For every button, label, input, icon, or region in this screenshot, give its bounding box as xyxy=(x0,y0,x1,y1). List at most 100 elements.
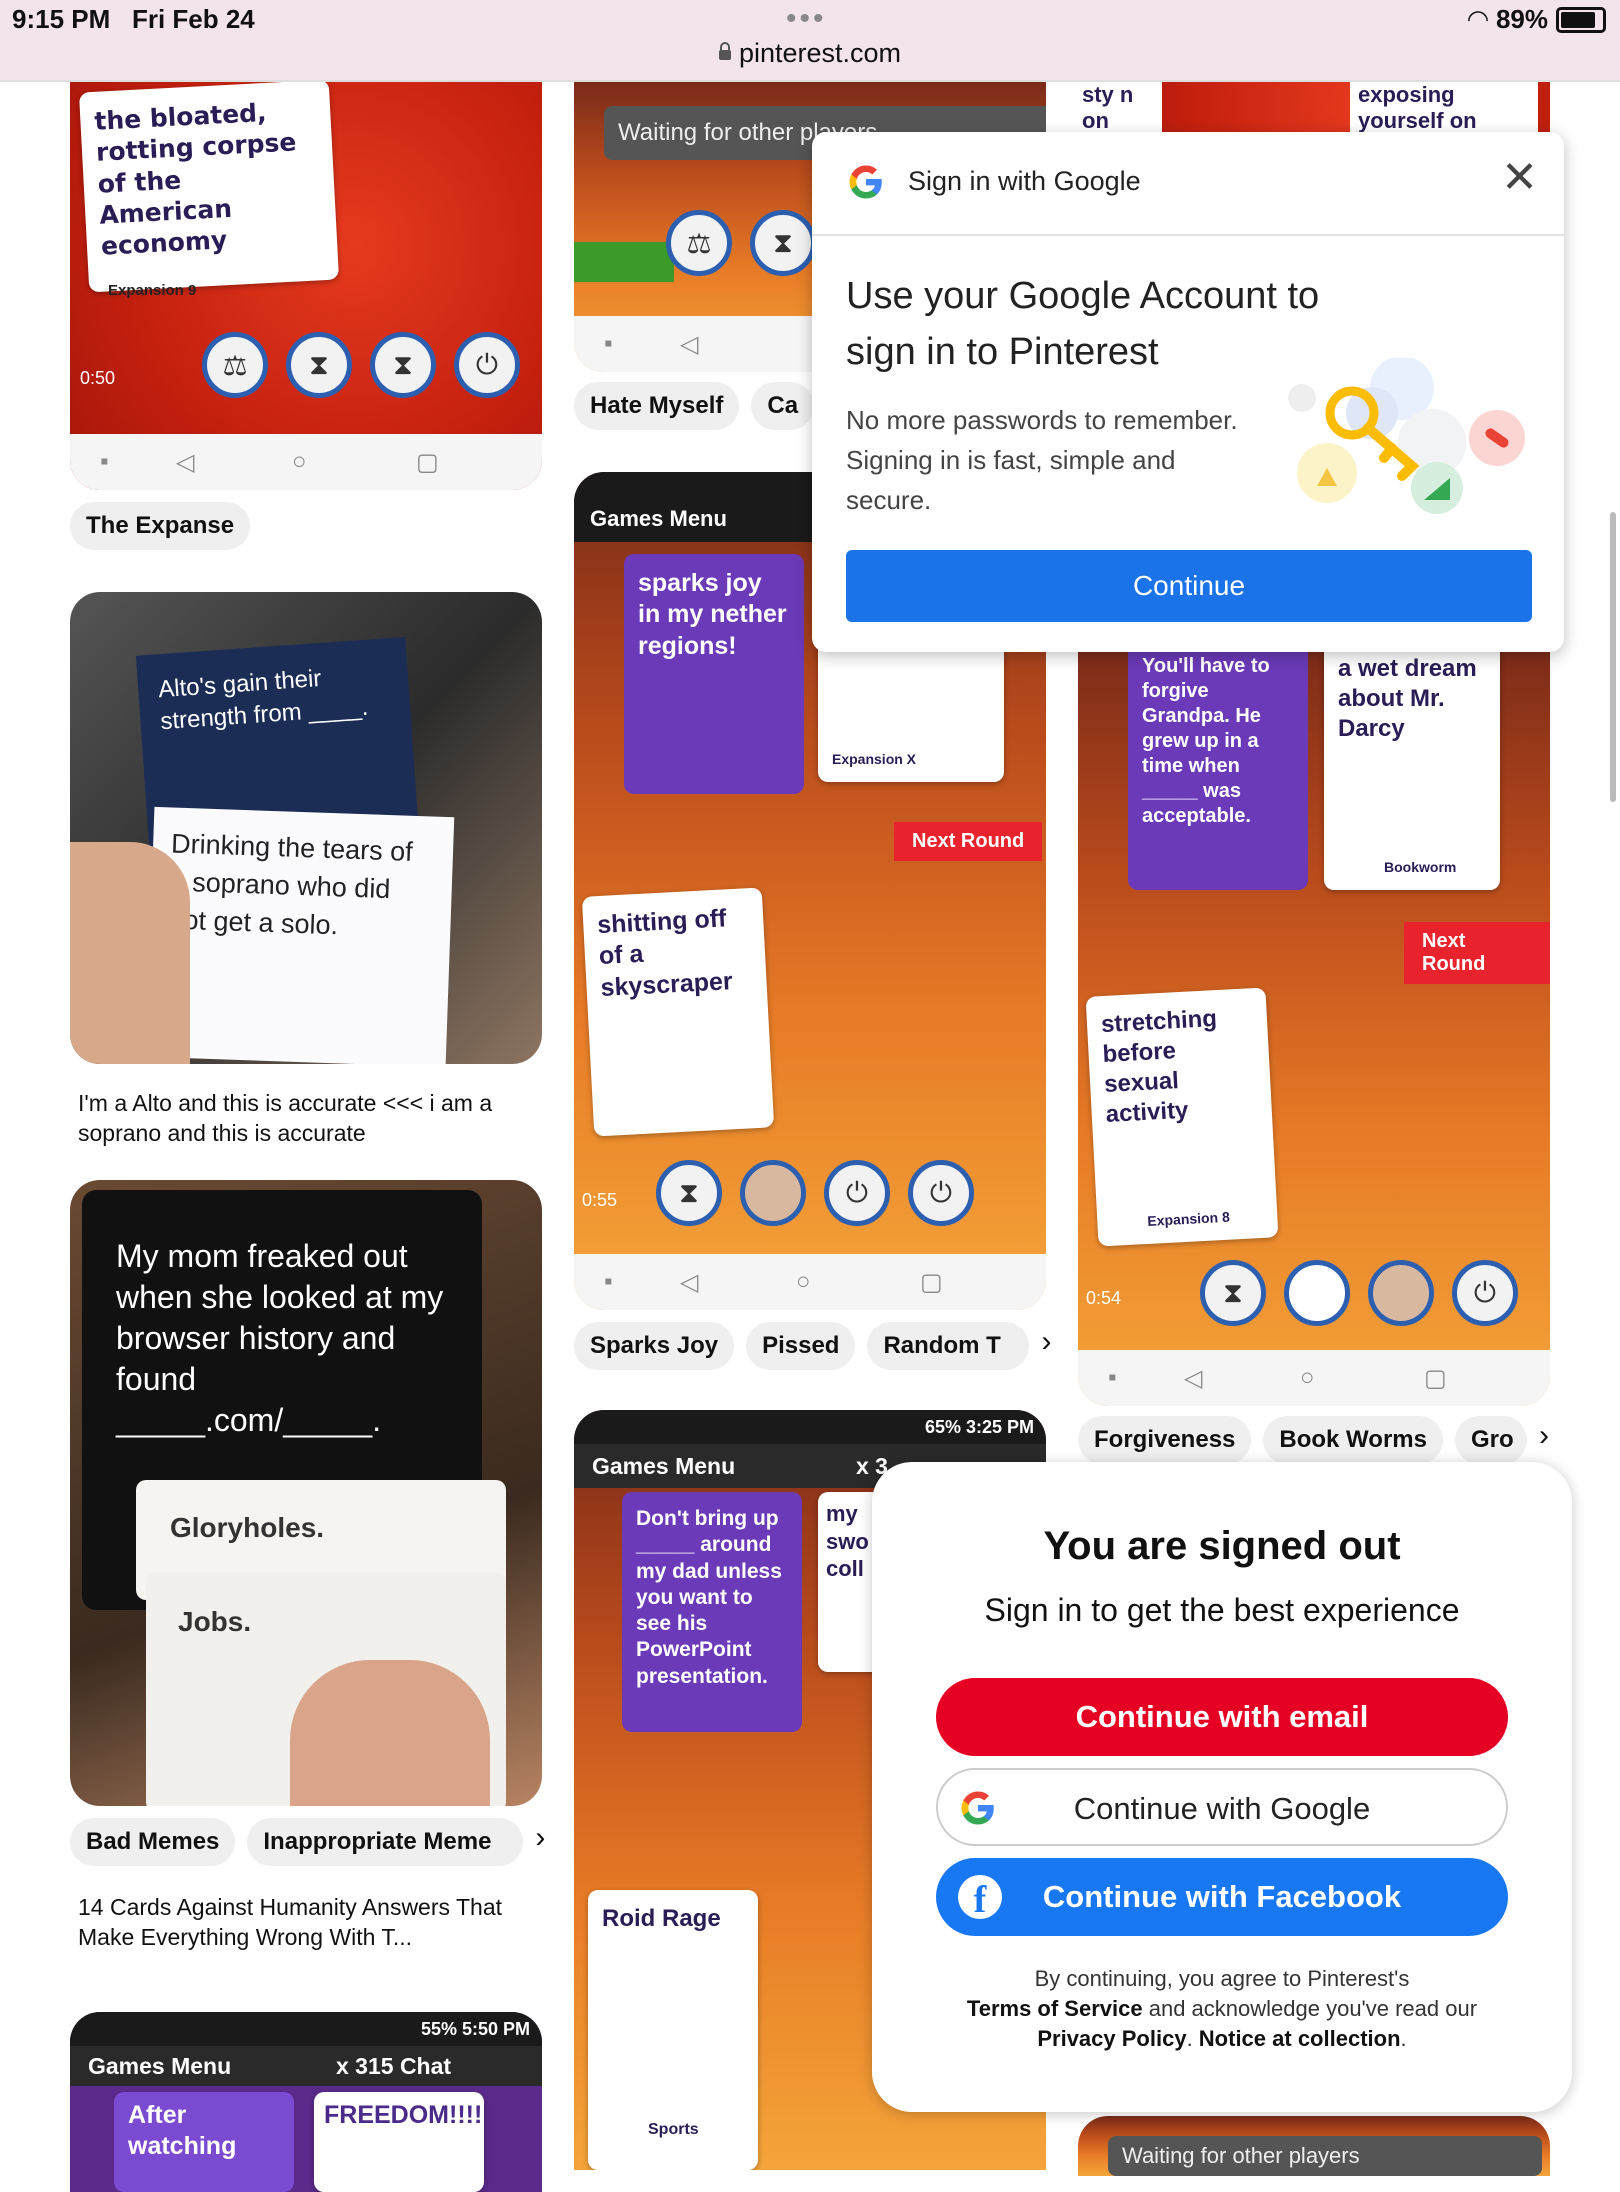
board-chips: Forgiveness Book Worms Gro › xyxy=(1078,1416,1549,1464)
continue-with-google-button[interactable]: Continue with Google xyxy=(936,1768,1508,1846)
board-chip[interactable]: Hate Myself xyxy=(574,382,740,430)
chevron-right-icon[interactable]: › xyxy=(535,1818,545,1866)
answer-card: FREEDOM!!!! xyxy=(314,2092,484,2192)
battery-percent: 89% xyxy=(1495,4,1548,34)
pin-after[interactable]: 55% 5:50 PM Games Menu x 315 Chat After … xyxy=(70,2012,542,2192)
notice-link[interactable]: Notice at collection xyxy=(1199,2026,1401,2051)
continue-button[interactable]: Continue xyxy=(846,550,1532,622)
answer-card: stretching before sexual activity Expans… xyxy=(1085,987,1279,1247)
board-chips: Bad Memes Inappropriate Meme › xyxy=(70,1818,545,1866)
pin-caption[interactable]: I'm a Alto and this is accurate <<< i am… xyxy=(78,1088,528,1148)
dialog-body: No more passwords to remember. Signing i… xyxy=(846,405,1238,515)
player-row: ⧗ ⏻ xyxy=(1200,1260,1518,1326)
player-row: ⧗ ⏻ ⏻ xyxy=(656,1160,974,1226)
board-chip[interactable]: Inappropriate Meme xyxy=(247,1818,524,1866)
continue-with-email-button[interactable]: Continue with email xyxy=(936,1678,1508,1756)
status-bar: 9:15 PM Fri Feb 24 ••• ◠ 89% pinterest.c… xyxy=(0,0,1620,80)
next-round-button[interactable]: Next Round xyxy=(894,822,1043,861)
gavel-icon: ⚖ xyxy=(666,210,732,276)
waiting-banner: Waiting for other players xyxy=(1108,2136,1542,2176)
dialog-title: Sign in with Google xyxy=(908,166,1141,196)
hourglass-icon: ⧗ xyxy=(370,332,436,398)
board-chips: Sparks Joy Pissed Random T › xyxy=(574,1322,1051,1370)
plug-icon: ⏻ xyxy=(454,332,520,398)
sheet-subtitle: Sign in to get the best experience xyxy=(984,1592,1460,1628)
plug-icon: ⏻ xyxy=(908,1160,974,1226)
card-expansion: Expansion 9 xyxy=(108,282,197,299)
prompt-card: Don't bring up _____ around my dad unles… xyxy=(622,1492,802,1732)
more-dots-icon[interactable]: ••• xyxy=(786,2,827,36)
phone-status: 65% 3:25 PM xyxy=(574,1410,1046,1444)
phone-status: 55% 5:50 PM xyxy=(70,2012,542,2046)
pin-bottom-right[interactable]: Waiting for other players xyxy=(1078,2116,1550,2176)
status-time: 9:15 PM Fri Feb 24 xyxy=(12,4,255,34)
player-row: ⚖ ⧗ xyxy=(666,210,816,276)
player-row: ⚖ ⧗ ⧗ ⏻ xyxy=(202,332,520,398)
google-logo-icon xyxy=(849,165,882,199)
timer: 0:55 xyxy=(582,1190,618,1210)
dialog-header: Sign in with Google ✕ xyxy=(812,132,1564,236)
hourglass-icon: ⧗ xyxy=(286,332,352,398)
wifi-icon: ◠ xyxy=(1467,4,1488,34)
answer-card: a wet dream about Mr. Darcy Bookworm xyxy=(1324,640,1500,890)
facebook-button-label: Continue with Facebook xyxy=(1042,1879,1402,1914)
hourglass-icon: ⧗ xyxy=(1200,1260,1266,1326)
close-icon[interactable]: ✕ xyxy=(1501,154,1538,202)
thumb xyxy=(290,1660,490,1806)
prompt-card: After watching xyxy=(114,2092,294,2192)
answer-card: Roid Rage Sports xyxy=(588,1890,758,2170)
prompt-card: You'll have to forgive Grandpa. He grew … xyxy=(1128,640,1308,890)
plug-icon: ⏻ xyxy=(824,1160,890,1226)
answer-card: shitting off of a skyscraper xyxy=(581,887,775,1137)
game-header: Games Menu x 315 Chat xyxy=(70,2046,542,2086)
facebook-logo-icon: f xyxy=(958,1875,1002,1921)
pin-forgive[interactable]: You'll have to forgive Grandpa. He grew … xyxy=(1078,640,1550,1406)
pin-alto[interactable]: Alto's gain their strength from ____. Dr… xyxy=(70,592,542,1064)
board-chips: The Expanse xyxy=(70,502,251,550)
board-chip[interactable]: Ca xyxy=(751,382,815,430)
address-bar[interactable]: pinterest.com xyxy=(0,38,1620,69)
android-nav: ▪ ◁ ○ ▢ xyxy=(574,1254,1046,1310)
score-bar xyxy=(574,242,674,282)
board-chip[interactable]: Pissed xyxy=(746,1322,856,1370)
board-chip[interactable]: Bad Memes xyxy=(70,1818,236,1866)
board-chips: Hate Myself Ca xyxy=(574,382,815,430)
timer: 0:50 xyxy=(80,368,116,388)
avatar xyxy=(1284,1260,1350,1326)
status-right: ◠ 89% xyxy=(1468,4,1606,35)
board-chip[interactable]: Random T xyxy=(867,1322,1030,1370)
lock-icon xyxy=(718,41,731,60)
next-round-button[interactable]: Next Round xyxy=(1404,922,1550,984)
terms-link[interactable]: Terms of Service xyxy=(967,1996,1143,2021)
pin-expanse[interactable]: the bloated, rotting corpse of the Ameri… xyxy=(70,82,542,490)
board-chip[interactable]: The Expanse xyxy=(70,502,251,550)
android-nav: ▪ ◁ ○ ▢ xyxy=(1078,1350,1550,1406)
privacy-link[interactable]: Privacy Policy xyxy=(1037,2026,1186,2051)
board-chip[interactable]: Book Worms xyxy=(1263,1416,1443,1464)
board-chip[interactable]: Sparks Joy xyxy=(574,1322,735,1370)
white-card: Drinking the tears of a soprano who did … xyxy=(145,806,455,1064)
signed-out-sheet: You are signed out Sign in to get the be… xyxy=(872,1462,1572,2112)
avatar xyxy=(740,1160,806,1226)
continue-with-facebook-button[interactable]: f Continue with Facebook xyxy=(936,1858,1508,1936)
pin-caption[interactable]: 14 Cards Against Humanity Answers That M… xyxy=(78,1892,538,1952)
pin-memes[interactable]: My mom freaked out when she looked at my… xyxy=(70,1180,542,1806)
prompt-card: sparks joy in my nether regions! xyxy=(624,554,804,794)
google-logo-icon xyxy=(961,1791,994,1825)
hourglass-icon: ⧗ xyxy=(656,1160,722,1226)
chevron-right-icon[interactable]: › xyxy=(1539,1416,1549,1464)
android-nav: ▪ ◁ ○ ▢ xyxy=(70,434,542,490)
answer-card: Expansion X xyxy=(818,632,1004,782)
battery-icon xyxy=(1556,6,1606,33)
scrollbar[interactable] xyxy=(1610,512,1616,802)
answer-card: the bloated, rotting corpse of the Ameri… xyxy=(78,82,340,293)
board-chip[interactable]: Gro xyxy=(1454,1416,1527,1464)
google-button-label: Continue with Google xyxy=(1073,1791,1371,1826)
gavel-icon: ⚖ xyxy=(202,332,268,398)
key-illustration-icon xyxy=(1288,358,1525,514)
avatar xyxy=(1368,1260,1434,1326)
board-chip[interactable]: Forgiveness xyxy=(1078,1416,1252,1464)
plug-icon: ⏻ xyxy=(1452,1260,1518,1326)
sheet-title: You are signed out xyxy=(1043,1524,1401,1568)
chevron-right-icon[interactable]: › xyxy=(1041,1322,1051,1370)
